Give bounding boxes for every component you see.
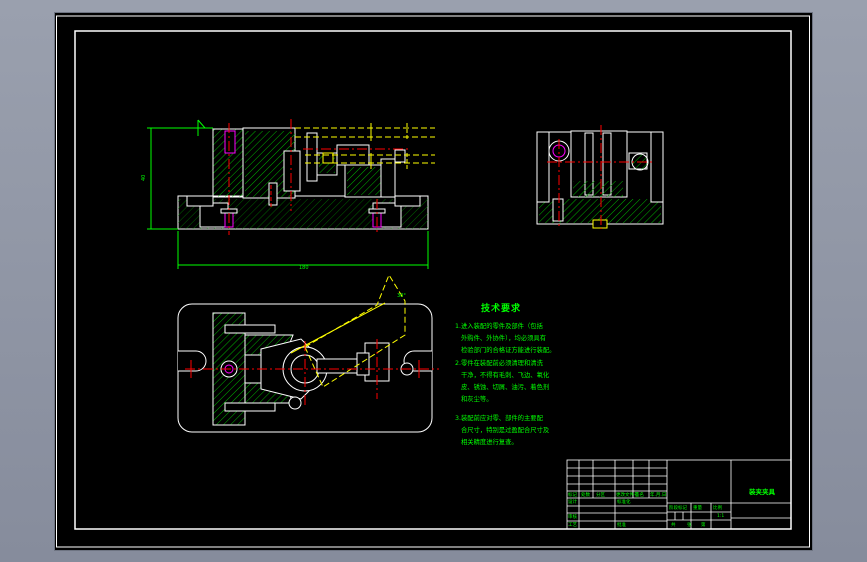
tb-pizhun: 批准: [617, 521, 626, 528]
tech-line: 检验部门的合格证方能进行装配。: [461, 345, 555, 354]
inner-frame: [74, 30, 792, 530]
tb-nianyueri: 年.月.日: [650, 491, 666, 498]
cad-drawing-viewport[interactable]: 40 180 30° 技术要求 1.进入装配的零件及部件（包括 外购件、外协件）…: [55, 13, 812, 550]
part-name: 装夹夹具: [748, 487, 776, 496]
tb-zhang: 张: [687, 521, 692, 528]
tech-title: 技术要求: [481, 302, 521, 314]
tech-line: 和灰尘等。: [461, 394, 492, 403]
tech-line: 合尺寸，特别是过盈配合尺寸及: [461, 425, 550, 434]
tb-fenqu: 分区: [596, 491, 605, 498]
dimension-height: 40: [141, 175, 147, 181]
cad-drawing: 40 180 30° 技术要求 1.进入装配的零件及部件（包括 外购件、外协件）…: [56, 15, 810, 548]
technical-requirements: 技术要求 1.进入装配的零件及部件（包括 外购件、外协件），均必须具有 检验部门…: [455, 302, 555, 446]
tb-biaoji: 标记: [568, 491, 577, 498]
side-view[interactable]: [536, 125, 664, 229]
tb-di: 第: [701, 521, 706, 528]
tb-jieduan: 阶段标记: [669, 504, 687, 511]
cad-window-background: 40 180 30° 技术要求 1.进入装配的零件及部件（包括 外购件、外协件）…: [0, 0, 867, 562]
front-view[interactable]: [177, 119, 435, 235]
tb-chushu: 处数: [581, 491, 590, 498]
title-block-text: 标记 处数 分区 更改文件号 签名 年.月.日 设计 标准化 阶段标记 重量 比…: [568, 491, 724, 528]
tb-sheji: 设计: [568, 498, 577, 505]
dimension-width: 180: [299, 265, 309, 271]
tb-gong: 共: [671, 521, 676, 528]
tech-line: 3.装配前应对零、部件的主要配: [455, 413, 544, 422]
tb-qianming: 签名: [635, 491, 644, 498]
tech-line: 1.进入装配的零件及部件（包括: [455, 321, 544, 330]
tb-biaozhunhua: 标准化: [617, 498, 631, 505]
tech-line: 2.零件在装配前必须清理和清洗: [455, 358, 544, 367]
tech-line: 外购件、外协件），均必须具有: [461, 333, 546, 342]
tb-zhongliang: 重量: [693, 504, 702, 511]
tb-gongyi: 工艺: [568, 522, 577, 528]
tb-shenhe: 审核: [568, 513, 577, 520]
dimension-angle: 30°: [397, 293, 406, 299]
tech-line: 干净，不得有毛刺、飞边、氧化: [461, 370, 550, 379]
tech-line: 皮、锈蚀、切屑、油污、着色剂: [461, 382, 549, 391]
tech-line: 相关精度进行复查。: [461, 437, 518, 446]
tb-scale: 1:1: [717, 513, 724, 519]
outer-frame: [56, 15, 810, 548]
tb-bili: 比例: [713, 504, 722, 511]
